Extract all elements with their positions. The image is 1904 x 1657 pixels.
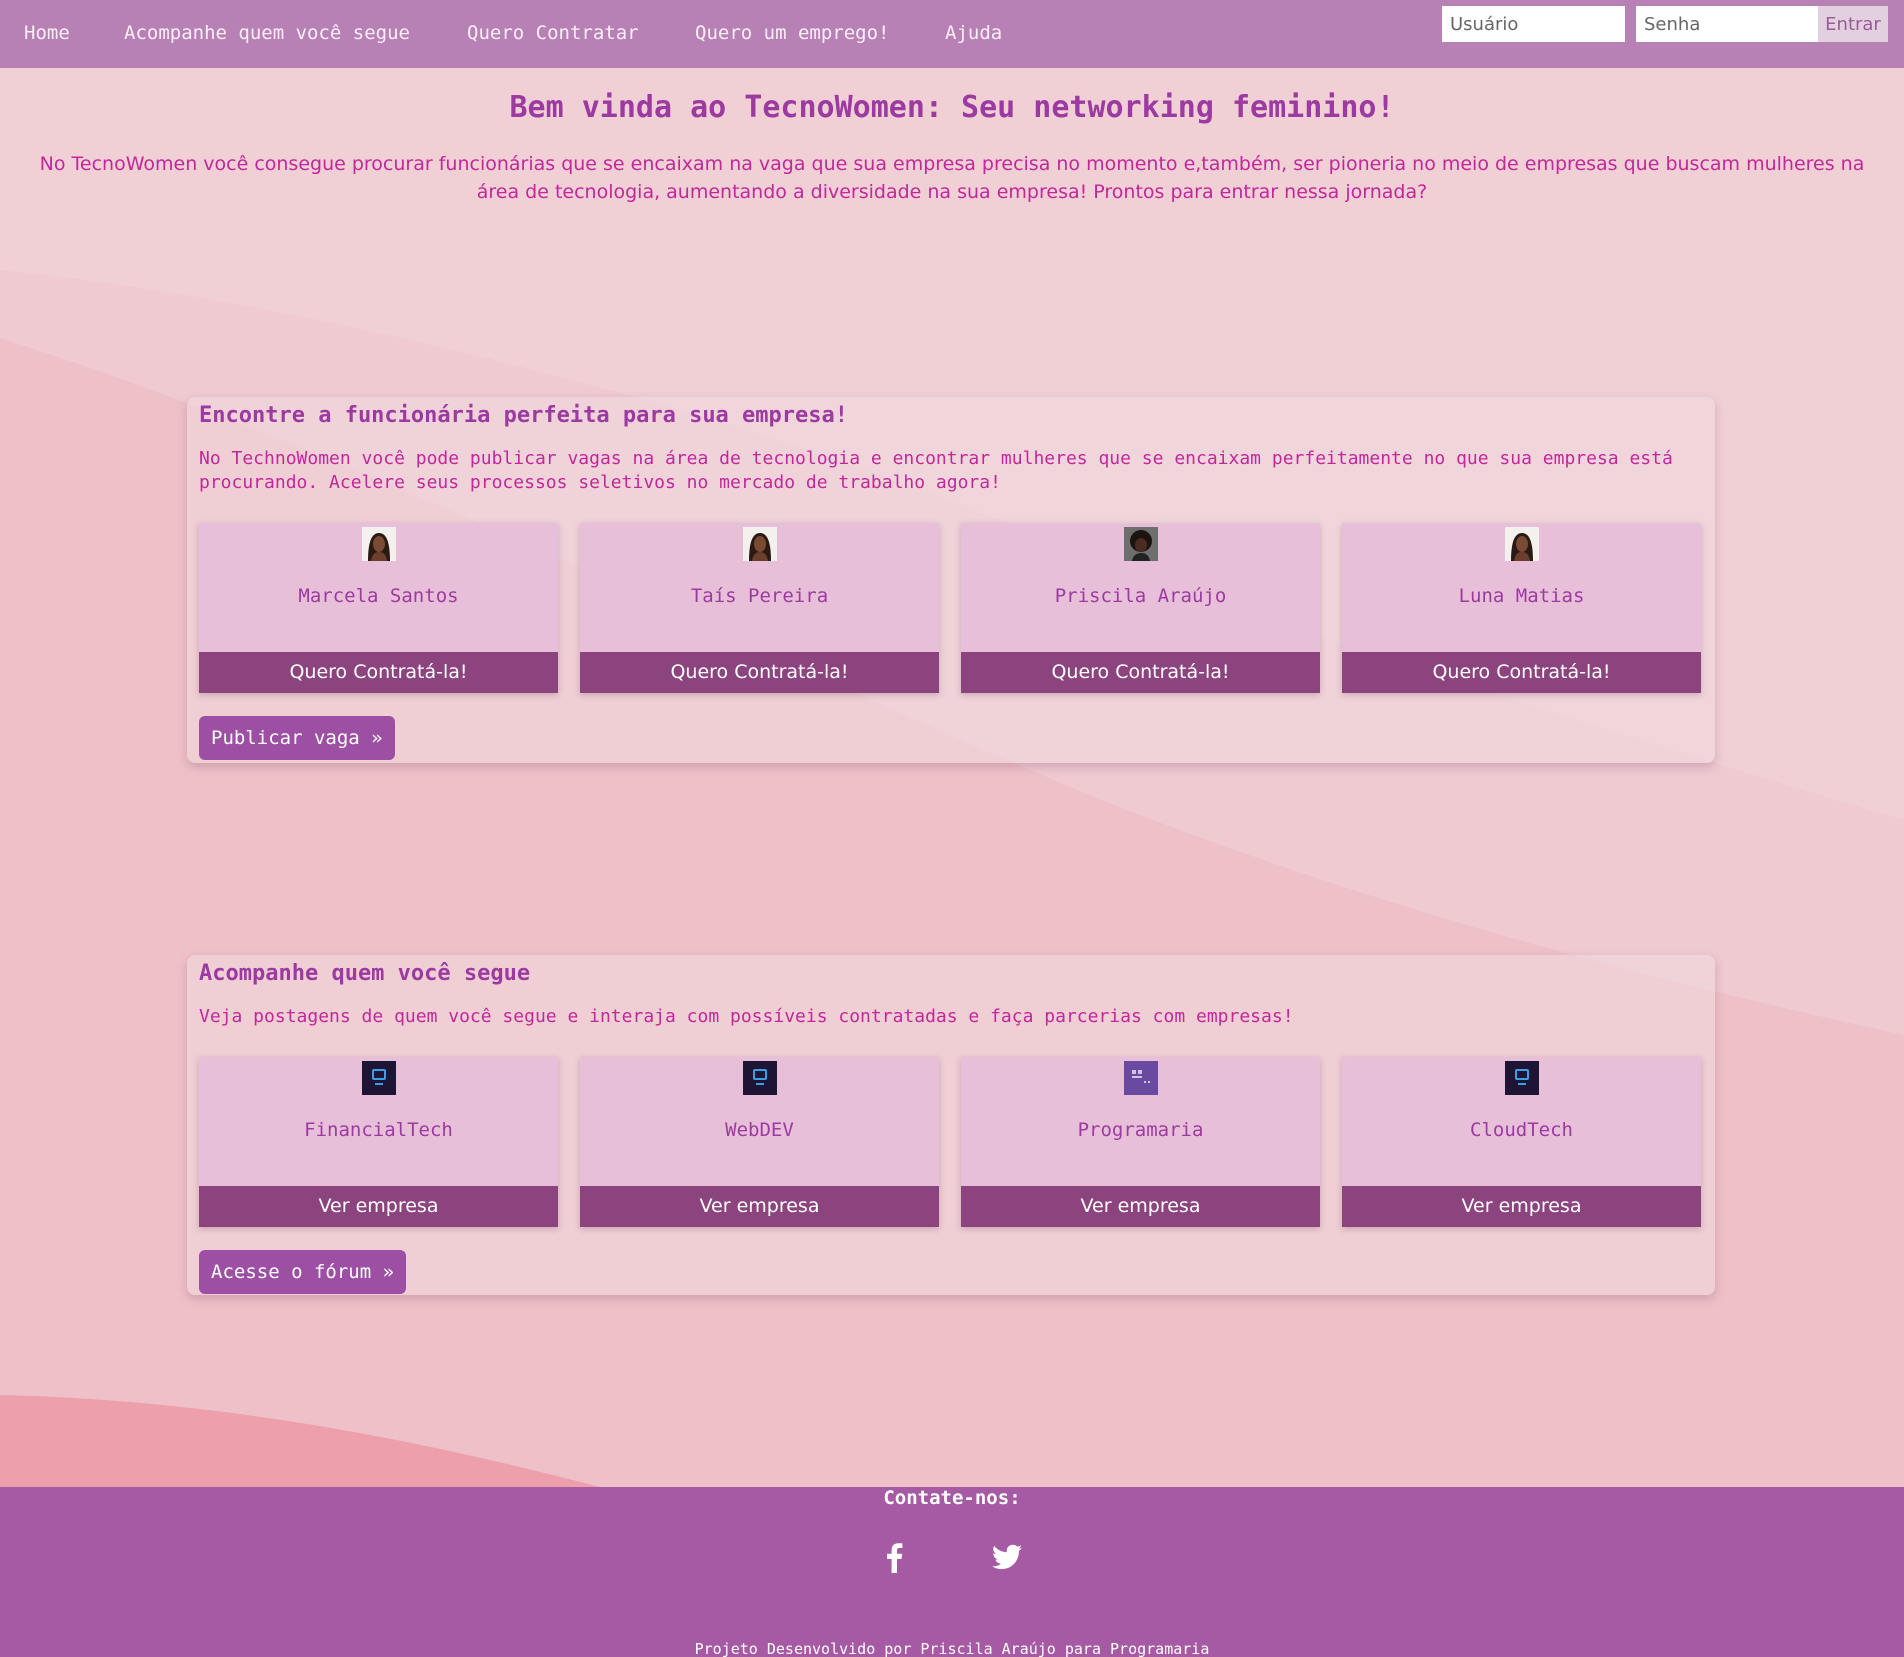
follow-section-title: Acompanhe quem você segue [199, 961, 531, 986]
view-company-button[interactable]: Ver empresa [1342, 1186, 1701, 1227]
view-company-button[interactable]: Ver empresa [199, 1186, 558, 1227]
company-logo [1124, 1061, 1158, 1095]
facebook-icon[interactable] [877, 1539, 913, 1575]
candidate-card: Luna Matias Quero Contratá-la! [1342, 523, 1701, 693]
candidate-name: Priscila Araújo [1054, 585, 1227, 607]
company-logo [1505, 1061, 1539, 1095]
candidate-name: Luna Matias [1458, 585, 1585, 607]
company-card: CloudTech Ver empresa [1342, 1057, 1701, 1227]
view-company-button[interactable]: Ver empresa [961, 1186, 1320, 1227]
company-card: FinancialTech Ver empresa [199, 1057, 558, 1227]
follow-section: Acompanhe quem você segue Veja postagens… [187, 955, 1715, 1295]
hire-section: Encontre a funcionária perfeita para sua… [187, 397, 1715, 763]
nav-hire-link[interactable]: Quero Contratar [467, 20, 639, 46]
view-company-button[interactable]: Ver empresa [580, 1186, 939, 1227]
hero-description: No TecnoWomen você consegue procurar fun… [39, 153, 1865, 203]
company-name: Programaria [1077, 1119, 1204, 1141]
hire-section-text: No TechnoWomen você pode publicar vagas … [199, 448, 1673, 493]
footer: Contate-nos: Projeto Desenvolvido por Pr… [0, 1487, 1904, 1657]
hire-button[interactable]: Quero Contratá-la! [580, 652, 939, 693]
follow-section-text: Veja postagens de quem você segue e inte… [199, 1006, 1294, 1027]
publish-job-button[interactable]: Publicar vaga » [199, 716, 395, 760]
avatar [362, 527, 396, 561]
hire-section-title: Encontre a funcionária perfeita para sua… [199, 403, 849, 428]
company-name: CloudTech [1470, 1119, 1573, 1141]
candidate-card: Priscila Araújo Quero Contratá-la! [961, 523, 1320, 693]
candidate-card: Taís Pereira Quero Contratá-la! [580, 523, 939, 693]
company-logo [362, 1061, 396, 1095]
candidate-name: Taís Pereira [690, 585, 829, 607]
hire-button[interactable]: Quero Contratá-la! [1342, 652, 1701, 693]
company-name: WebDEV [725, 1119, 794, 1141]
candidate-card: Marcela Santos Quero Contratá-la! [199, 523, 558, 693]
background-waves [0, 0, 1904, 1657]
hire-button[interactable]: Quero Contratá-la! [199, 652, 558, 693]
avatar [1124, 527, 1158, 561]
contact-heading: Contate-nos: [883, 1487, 1021, 1509]
company-card: WebDEV Ver empresa [580, 1057, 939, 1227]
nav-help-link[interactable]: Ajuda [945, 20, 1002, 46]
avatar [1505, 527, 1539, 561]
company-card: Programaria Ver empresa [961, 1057, 1320, 1227]
nav-job-link[interactable]: Quero um emprego! [695, 20, 889, 46]
footer-credit: Projeto Desenvolvido por Priscila Araújo… [694, 1640, 1210, 1657]
candidate-name: Marcela Santos [298, 585, 459, 607]
username-input[interactable] [1442, 6, 1625, 42]
password-input[interactable] [1636, 6, 1818, 42]
nav-follow-link[interactable]: Acompanhe quem você segue [124, 20, 410, 46]
twitter-icon[interactable] [989, 1539, 1025, 1575]
company-logo [743, 1061, 777, 1095]
forum-button[interactable]: Acesse o fórum » [199, 1250, 407, 1294]
nav-home-link[interactable]: Home [24, 20, 70, 46]
avatar [743, 527, 777, 561]
login-button[interactable]: Entrar [1818, 6, 1888, 42]
page-title: Bem vinda ao TecnoWomen: Seu networking … [509, 90, 1395, 125]
company-name: FinancialTech [304, 1119, 453, 1141]
top-nav: Home Acompanhe quem você segue Quero Con… [0, 0, 1904, 68]
hire-button[interactable]: Quero Contratá-la! [961, 652, 1320, 693]
